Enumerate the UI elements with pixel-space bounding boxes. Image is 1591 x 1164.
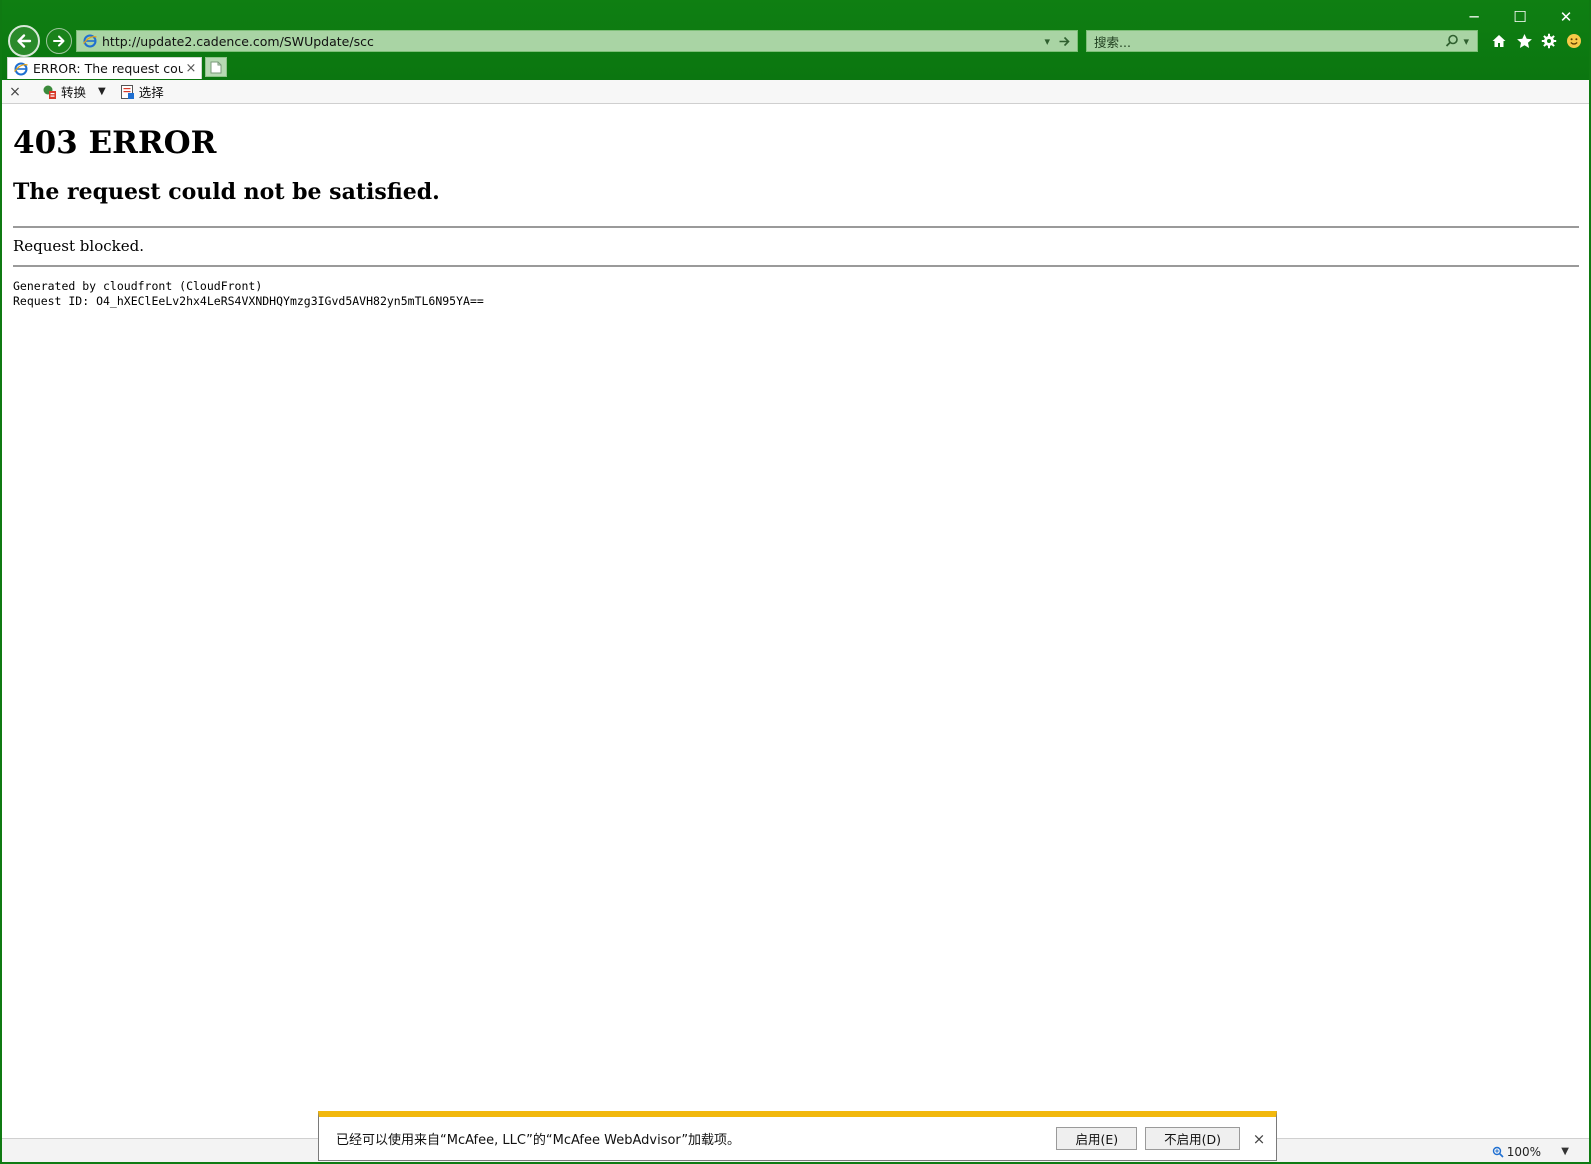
arrow-right-icon bbox=[53, 35, 65, 47]
tab-title: ERROR: The request coul... bbox=[33, 61, 183, 76]
ie-page-icon bbox=[13, 61, 29, 77]
zoom-magnifier-icon bbox=[1492, 1146, 1504, 1158]
tab-close-icon[interactable]: × bbox=[183, 61, 199, 76]
convert-pdf-icon bbox=[43, 85, 56, 99]
toolbar-close-icon[interactable]: × bbox=[2, 84, 28, 100]
convert-dropdown-icon[interactable]: ▼ bbox=[98, 86, 106, 97]
search-input[interactable]: 搜索... bbox=[1087, 32, 1445, 51]
convert-button[interactable]: 转换 bbox=[42, 82, 86, 101]
notification-message: 已经可以使用来自“McAfee, LLC”的“McAfee WebAdvisor… bbox=[336, 1133, 741, 1148]
zoom-dropdown-icon[interactable]: ▼ bbox=[1561, 1146, 1569, 1157]
new-tab-icon bbox=[210, 61, 222, 73]
divider bbox=[13, 265, 1579, 267]
ie-page-icon bbox=[82, 33, 98, 49]
zoom-level: 100% bbox=[1506, 1145, 1541, 1159]
generated-by-text: Generated by cloudfront (CloudFront) bbox=[13, 279, 263, 293]
smiley-feedback-icon[interactable] bbox=[1565, 32, 1583, 50]
convert-label: 转换 bbox=[61, 85, 87, 100]
home-icon[interactable] bbox=[1490, 32, 1508, 50]
zoom-control[interactable]: 100% bbox=[1492, 1145, 1541, 1159]
search-tools: ▾ bbox=[1445, 34, 1477, 48]
address-tools: ▾ bbox=[1044, 35, 1077, 48]
select-pdf-icon bbox=[120, 84, 134, 99]
arrow-left-icon bbox=[17, 34, 32, 48]
address-url[interactable]: http://update2.cadence.com/SWUpdate/scc bbox=[102, 34, 1044, 49]
error-subheading: The request could not be satisfied. bbox=[13, 179, 440, 205]
window-controls: ─ ☐ ✕ bbox=[1451, 4, 1589, 30]
search-dropdown-icon[interactable]: ▾ bbox=[1463, 35, 1469, 48]
debug-info: Generated by cloudfront (CloudFront) Req… bbox=[13, 279, 1579, 309]
browser-window: ─ ☐ ✕ http://update2.cadence.com/SWUpdat… bbox=[0, 0, 1591, 1164]
close-window-button[interactable]: ✕ bbox=[1543, 4, 1589, 30]
tab-active[interactable]: ERROR: The request coul... × bbox=[7, 57, 202, 79]
request-id-text: Request ID: O4_hXEClEeLv2hx4LeRS4VXNDHQY… bbox=[13, 294, 484, 308]
select-button[interactable]: 选择 bbox=[120, 82, 164, 101]
notification-close-icon[interactable]: × bbox=[1248, 1130, 1270, 1148]
new-tab-button[interactable] bbox=[205, 57, 227, 77]
error-message: Request blocked. bbox=[13, 237, 144, 255]
search-bar[interactable]: 搜索... ▾ bbox=[1086, 30, 1478, 52]
address-dropdown-icon[interactable]: ▾ bbox=[1044, 35, 1050, 48]
enable-addon-button[interactable]: 启用(E) bbox=[1056, 1127, 1138, 1150]
go-arrow-icon[interactable] bbox=[1058, 35, 1071, 48]
select-label: 选择 bbox=[138, 85, 164, 100]
favorites-star-icon[interactable] bbox=[1515, 32, 1533, 50]
minimize-button[interactable]: ─ bbox=[1451, 4, 1497, 30]
maximize-button[interactable]: ☐ bbox=[1497, 4, 1543, 30]
browser-chrome: ─ ☐ ✕ http://update2.cadence.com/SWUpdat… bbox=[2, 0, 1589, 80]
command-icons bbox=[1490, 30, 1583, 52]
error-heading: 403 ERROR bbox=[13, 125, 217, 161]
gear-icon[interactable] bbox=[1540, 32, 1558, 50]
disable-addon-button[interactable]: 不启用(D) bbox=[1145, 1127, 1240, 1150]
back-button[interactable] bbox=[8, 25, 40, 57]
address-bar[interactable]: http://update2.cadence.com/SWUpdate/scc … bbox=[76, 30, 1078, 52]
divider bbox=[13, 226, 1579, 228]
addon-notification-bar: 已经可以使用来自“McAfee, LLC”的“McAfee WebAdvisor… bbox=[318, 1111, 1277, 1161]
search-icon[interactable] bbox=[1445, 34, 1459, 48]
command-toolbar: × 转换 ▼ 选择 bbox=[2, 80, 1589, 104]
page-content: 403 ERROR The request could not be satis… bbox=[13, 104, 1579, 1122]
forward-button[interactable] bbox=[46, 28, 72, 54]
